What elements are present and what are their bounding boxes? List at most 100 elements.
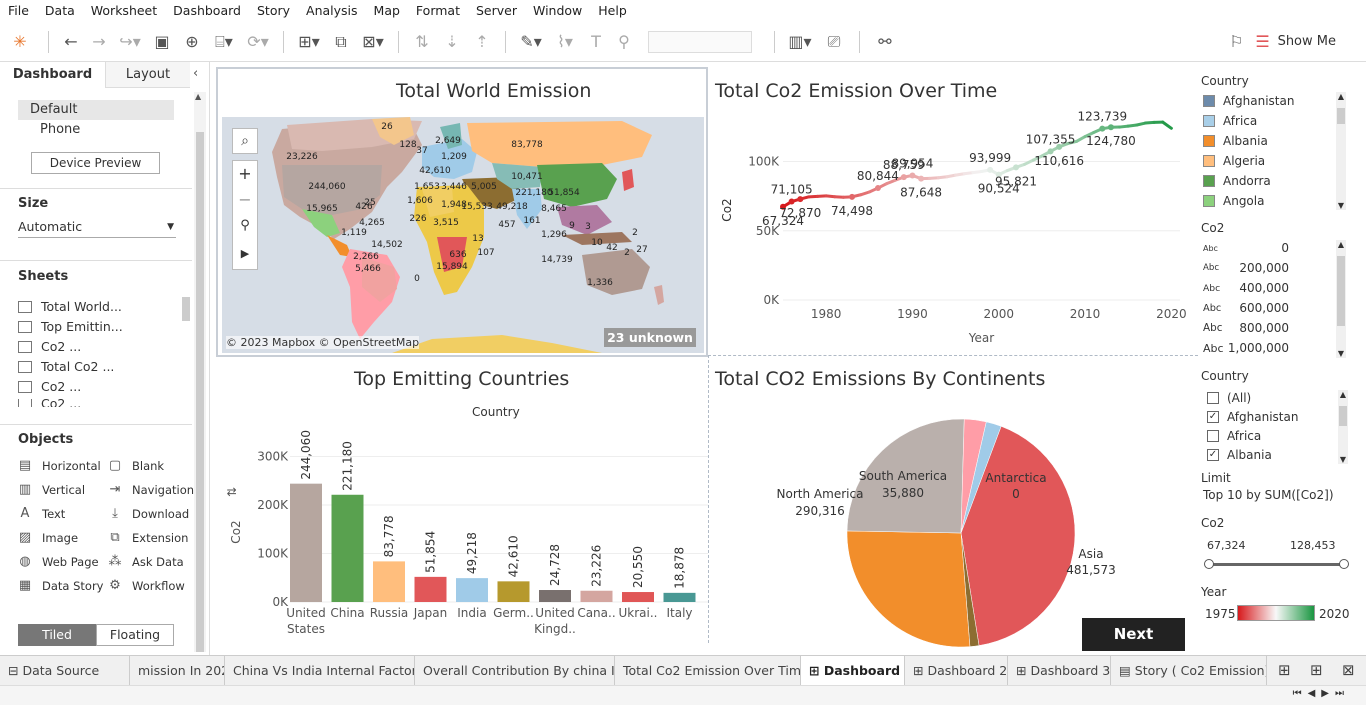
undo-icon[interactable]: ← xyxy=(57,32,85,51)
sheet-item[interactable]: Co2 ... xyxy=(18,399,81,407)
menu-help[interactable]: Help xyxy=(590,0,635,22)
collapse-pane-icon[interactable]: ‹ xyxy=(193,66,198,81)
device-phone[interactable]: Phone xyxy=(40,122,80,138)
menu-server[interactable]: Server xyxy=(468,0,525,22)
bar[interactable] xyxy=(290,483,322,602)
checkbox-checked[interactable]: ✓ xyxy=(1207,411,1219,423)
sheet-item[interactable]: Total Co2 ... xyxy=(18,359,114,374)
swap-icon[interactable]: ⇅ xyxy=(407,32,437,51)
data-point[interactable] xyxy=(1013,164,1020,171)
sheet-item[interactable]: Top Emittin... xyxy=(18,319,123,334)
refresh-icon[interactable]: ⟳▾ xyxy=(241,32,275,51)
sort-icon[interactable]: ⇅ xyxy=(225,487,239,497)
object-ask-data[interactable]: ⁂ Ask Data xyxy=(108,554,184,569)
data-point[interactable] xyxy=(788,198,795,205)
sheet-tab[interactable]: mission In 2020 xyxy=(130,656,225,686)
next-button[interactable]: Next xyxy=(1082,618,1185,651)
tab-dashboard[interactable]: Dashboard xyxy=(0,62,105,88)
sort-asc-icon[interactable]: ⇣ xyxy=(437,32,467,51)
filter-scrollbar[interactable]: ▲ ▼ xyxy=(1338,390,1348,464)
sheet-item[interactable]: Co2 ... xyxy=(18,339,81,354)
data-point[interactable] xyxy=(909,172,916,179)
bar[interactable] xyxy=(373,561,405,602)
menu-format[interactable]: Format xyxy=(408,0,468,22)
tab-navigation-icons[interactable]: ⏮◀▶⏭ xyxy=(1293,688,1350,699)
pie-chart[interactable]: AntarcticaAsiaAustraliaEuropeNorth Ameri… xyxy=(715,398,1197,652)
checkbox-checked[interactable]: ✓ xyxy=(1207,449,1219,461)
country-filter-item[interactable]: ✓ Albania xyxy=(1207,448,1272,462)
country-legend-item[interactable]: Africa xyxy=(1203,114,1257,128)
sheets-scroll-thumb[interactable] xyxy=(182,297,190,321)
bar[interactable] xyxy=(622,592,654,602)
save-icon[interactable]: ▣ xyxy=(147,32,177,51)
object-data-story[interactable]: ▦ Data Story xyxy=(18,578,104,593)
size-legend-item[interactable]: Abc 400,000 xyxy=(1203,281,1289,295)
bar[interactable] xyxy=(580,590,613,602)
country-filter-item[interactable]: Africa xyxy=(1207,429,1261,443)
pie-slice[interactable] xyxy=(846,530,971,648)
co2-range-min-handle[interactable] xyxy=(1204,559,1214,569)
sheet-item[interactable]: Co2 ... xyxy=(18,379,81,394)
data-point[interactable] xyxy=(900,174,907,181)
label-icon[interactable]: T xyxy=(582,32,610,51)
object-vertical[interactable]: ▥ Vertical xyxy=(18,482,85,497)
floating-button[interactable]: Floating xyxy=(96,624,174,646)
bar[interactable] xyxy=(539,590,571,602)
bar[interactable] xyxy=(497,581,530,602)
object-horizontal[interactable]: ▤ Horizontal xyxy=(18,458,101,473)
pause-updates-icon[interactable]: ⌸▾ xyxy=(207,32,241,52)
tiled-button[interactable]: Tiled xyxy=(18,624,96,646)
size-legend-item[interactable]: Abc 800,000 xyxy=(1203,321,1289,335)
data-guide-icon[interactable]: ⚐ xyxy=(1222,32,1252,51)
highlight-icon[interactable]: ✎▾ xyxy=(514,32,548,51)
menu-file[interactable]: File xyxy=(0,0,37,22)
menu-analysis[interactable]: Analysis xyxy=(298,0,366,22)
zoom-in-icon[interactable]: + xyxy=(233,161,257,187)
object-image[interactable]: ▨ Image xyxy=(18,530,78,545)
object-workflow[interactable]: ⚙ Workflow xyxy=(108,578,185,593)
data-point[interactable] xyxy=(1056,143,1063,150)
bar[interactable] xyxy=(456,578,488,602)
co2-range-max-handle[interactable] xyxy=(1339,559,1349,569)
sheet-tab[interactable]: ⊞ Dashboard 2 xyxy=(905,656,1008,686)
scroll-thumb[interactable] xyxy=(196,132,204,652)
data-point[interactable] xyxy=(849,193,856,200)
sheet-tab[interactable]: Total Co2 Emission Over Time xyxy=(615,656,801,686)
menu-window[interactable]: Window xyxy=(525,0,590,22)
object-web-page[interactable]: ◍ Web Page xyxy=(18,554,98,569)
sheet-tab[interactable]: ▤ Story ( Co2 Emission) xyxy=(1111,656,1267,686)
data-point[interactable] xyxy=(918,175,925,182)
size-legend-scrollbar[interactable]: ▲ ▼ xyxy=(1336,240,1346,358)
country-legend-item[interactable]: Andorra xyxy=(1203,174,1271,188)
bar[interactable] xyxy=(331,494,364,602)
bar-chart[interactable]: 0K100K200K300KCo2⇅244,060UnitedStates221… xyxy=(218,422,708,652)
bar[interactable] xyxy=(414,576,447,602)
new-worksheet-icon[interactable]: ⊞▾ xyxy=(292,32,326,51)
data-point[interactable] xyxy=(797,196,804,203)
checkbox-unchecked[interactable] xyxy=(1207,392,1219,404)
new-story-tab-icon[interactable]: ⊠ xyxy=(1342,661,1355,679)
menu-dashboard[interactable]: Dashboard xyxy=(165,0,249,22)
sheet-tab[interactable]: ⊟ Data Source xyxy=(0,656,130,686)
menu-data[interactable]: Data xyxy=(37,0,83,22)
device-preview-button[interactable]: Device Preview xyxy=(31,152,160,174)
country-legend-scrollbar[interactable]: ▲ ▼ xyxy=(1336,92,1346,210)
country-legend-item[interactable]: Algeria xyxy=(1203,154,1265,168)
data-point[interactable] xyxy=(1099,125,1106,132)
sheet-tab[interactable]: China Vs India Internal Factors xyxy=(225,656,415,686)
group-icon[interactable]: ⌇▾ xyxy=(548,32,582,51)
world-map[interactable]: 26 23,226 12837 2,649 1,209 83,778 42,610 244,0… xyxy=(222,117,704,353)
data-point[interactable] xyxy=(1107,124,1114,131)
data-point[interactable] xyxy=(987,166,994,173)
country-legend-item[interactable]: Angola xyxy=(1203,194,1264,208)
replay-icon[interactable]: ↪▾ xyxy=(113,32,147,51)
sheet-item[interactable]: Total World... xyxy=(18,299,122,314)
checkbox-unchecked[interactable] xyxy=(1207,430,1219,442)
sheet-tab[interactable]: Overall Contribution By china In ... xyxy=(415,656,615,686)
object-text[interactable]: A Text xyxy=(18,506,66,521)
menu-map[interactable]: Map xyxy=(366,0,408,22)
clear-sheet-icon[interactable]: ⊠▾ xyxy=(356,32,390,51)
zoom-out-icon[interactable]: − xyxy=(233,187,257,213)
show-cards-icon[interactable]: ▥▾ xyxy=(783,32,817,51)
new-dashboard-tab-icon[interactable]: ⊞ xyxy=(1310,661,1323,679)
